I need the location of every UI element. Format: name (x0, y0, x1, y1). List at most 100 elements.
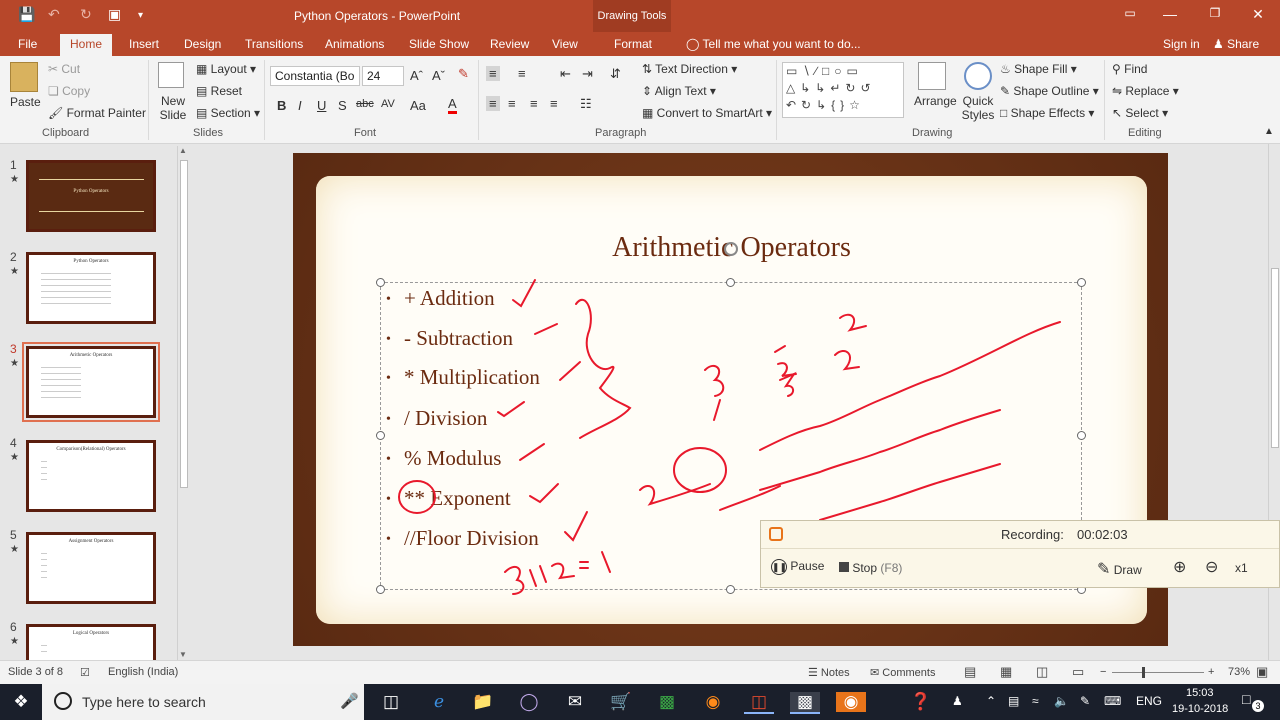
powerpoint-icon[interactable]: ◫ (744, 692, 774, 714)
mail-icon[interactable]: ✉ (560, 692, 590, 712)
clear-formatting-icon[interactable]: ✎ (458, 66, 469, 82)
tab-home[interactable]: Home (60, 34, 113, 56)
language-indicator[interactable]: ENG (1136, 694, 1162, 708)
battery-icon[interactable]: ▤ (1008, 694, 1019, 708)
slide-sorter-icon[interactable]: ▦ (1000, 664, 1012, 680)
redo-icon[interactable]: ↻ (80, 6, 92, 23)
tab-animations[interactable]: Animations (325, 37, 384, 51)
keyboard-icon[interactable]: ⌨ (1104, 694, 1121, 708)
change-case-icon[interactable]: Aa (410, 98, 426, 113)
font-color-icon[interactable]: A (448, 96, 457, 114)
quick-styles-icon[interactable] (964, 62, 992, 90)
convert-smartart-button[interactable]: ▦ Convert to SmartArt ▾ (642, 106, 772, 120)
select-button[interactable]: ↖ Select ▾ (1112, 106, 1168, 120)
stop-button[interactable]: Stop (F8) (839, 561, 902, 575)
bullets-icon[interactable]: ≡ (486, 66, 500, 81)
shape-outline-button[interactable]: ✎ Shape Outline ▾ (1000, 84, 1099, 98)
reset-button[interactable]: ▤ Reset (196, 84, 242, 98)
wifi-icon[interactable]: ≈ (1032, 694, 1039, 708)
store-icon[interactable]: 🛒 (606, 692, 636, 712)
justify-icon[interactable]: ≡ (550, 96, 558, 111)
undo-icon[interactable]: ↶ (48, 6, 60, 23)
tab-design[interactable]: Design (184, 37, 221, 51)
paste-button[interactable]: Paste (10, 95, 41, 109)
clock-date[interactable]: 19-10-2018 (1172, 703, 1228, 715)
shapes-gallery[interactable]: ▭∖∕□○▭ △↳↳↵↻↺ ↶↻↳{}☆ (782, 62, 904, 118)
save-icon[interactable]: 💾 (18, 6, 35, 23)
edge-icon[interactable]: ℯ (424, 692, 454, 712)
font-name-field[interactable]: Constantia (Bo (270, 66, 360, 86)
firefox-icon[interactable]: ◉ (698, 692, 728, 712)
zoom-slider[interactable] (1112, 672, 1204, 673)
align-left-icon[interactable]: ≡ (486, 96, 500, 111)
bold-icon[interactable]: B (277, 98, 286, 113)
rotate-handle-icon[interactable] (724, 242, 738, 256)
app-icon[interactable]: ▩ (652, 692, 682, 712)
slide-thumbnail-3[interactable]: Arithmetic Operators (22, 342, 160, 422)
layout-button[interactable]: ▦ Layout ▾ (196, 62, 256, 76)
spelling-icon[interactable]: ☑ (80, 666, 90, 679)
quick-styles-button[interactable]: Quick Styles (960, 94, 996, 122)
zoom-out-icon[interactable]: ⊖ (1205, 557, 1218, 577)
grow-font-icon[interactable]: Aˆ (410, 68, 423, 83)
volume-icon[interactable]: 🔈 (1054, 694, 1069, 708)
notes-button[interactable]: ☰ Notes (808, 666, 850, 679)
sign-in-link[interactable]: Sign in (1163, 37, 1200, 51)
zoom-in-icon[interactable]: + (1208, 666, 1214, 678)
shrink-font-icon[interactable]: Aˇ (432, 68, 445, 83)
zoom-percent[interactable]: 73% (1228, 666, 1250, 678)
scroll-thumb[interactable] (1271, 268, 1279, 448)
shadow-icon[interactable]: S (338, 98, 347, 113)
columns-icon[interactable]: ☷ (580, 96, 592, 112)
normal-view-icon[interactable]: ▤ (964, 664, 976, 680)
tab-file[interactable]: File (18, 37, 37, 51)
tab-review[interactable]: Review (490, 37, 529, 51)
slide-thumbnail-4[interactable]: Comparison(Relational) Operators (26, 440, 156, 512)
slide-thumbnail-5[interactable]: Assignment Operators (26, 532, 156, 604)
format-painter-button[interactable]: 🖌 Format Painter (48, 106, 146, 120)
decrease-indent-icon[interactable]: ⇤ (560, 66, 571, 82)
tab-slide-show[interactable]: Slide Show (409, 37, 469, 51)
tab-format[interactable]: Format (614, 37, 652, 51)
increase-indent-icon[interactable]: ⇥ (582, 66, 593, 82)
zoom-in-icon[interactable]: ⊕ (1173, 557, 1186, 577)
shape-effects-button[interactable]: □ Shape Effects ▾ (1000, 106, 1094, 120)
app-window-icon[interactable]: ▩ (790, 692, 820, 714)
align-text-button[interactable]: ⇕ Align Text ▾ (642, 84, 716, 98)
pen-workspace-icon[interactable]: ✎ (1080, 694, 1090, 708)
align-right-icon[interactable]: ≡ (530, 96, 538, 111)
slide-thumbnail-6[interactable]: Logical Operators (26, 624, 156, 660)
task-view-icon[interactable]: ◫ (376, 692, 406, 712)
shape-fill-button[interactable]: ♨ Shape Fill ▾ (1000, 62, 1077, 76)
text-direction-button[interactable]: ⇅ Text Direction ▾ (642, 62, 737, 76)
align-center-icon[interactable]: ≡ (508, 96, 516, 111)
arrange-button[interactable]: Arrange (914, 94, 957, 108)
char-spacing-icon[interactable]: AV (381, 98, 395, 110)
cut-button[interactable]: ✂ Cut (48, 62, 80, 76)
pause-button[interactable]: ❚❚ Pause (771, 559, 824, 575)
line-spacing-icon[interactable]: ⇵ (610, 66, 621, 82)
help-icon[interactable]: ❓ (906, 692, 936, 712)
tab-insert[interactable]: Insert (129, 37, 159, 51)
microphone-icon[interactable]: 🎤 (340, 692, 359, 710)
section-button[interactable]: ▤ Section ▾ (196, 106, 260, 120)
thumbnail-scrollbar[interactable]: ▲ ▼ (177, 146, 189, 660)
eclipse-icon[interactable]: ◯ (514, 692, 544, 712)
comments-button[interactable]: ✉ Comments (870, 666, 935, 679)
close-icon[interactable]: ✕ (1248, 6, 1268, 23)
underline-icon[interactable]: U (317, 98, 326, 113)
tell-me-search[interactable]: ◯ Tell me what you want to do... (686, 37, 861, 51)
share-button[interactable]: ♟ Share (1213, 37, 1259, 51)
replace-button[interactable]: ⇋ Replace ▾ (1112, 84, 1179, 98)
slide-thumbnail-1[interactable]: Python Operators (26, 160, 156, 232)
zoom-out-icon[interactable]: − (1100, 666, 1106, 678)
recorder-app-icon[interactable]: ◉ (836, 692, 866, 712)
font-size-field[interactable]: 24 (362, 66, 404, 86)
new-slide-icon[interactable] (158, 62, 184, 88)
zoom-slider-thumb[interactable] (1142, 667, 1145, 678)
start-from-beginning-icon[interactable]: ▣ (108, 6, 121, 23)
find-button[interactable]: ⚲ Find (1112, 62, 1147, 76)
slideshow-view-icon[interactable]: ▭ (1072, 664, 1084, 680)
reading-view-icon[interactable]: ◫ (1036, 664, 1048, 680)
windows-start-icon[interactable]: ❖ (6, 692, 36, 712)
